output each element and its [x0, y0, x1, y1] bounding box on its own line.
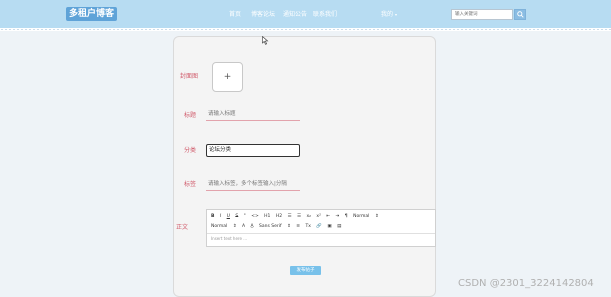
search-button[interactable]: [514, 9, 526, 20]
nav-contact-us[interactable]: 联系我们: [313, 11, 337, 19]
mouse-cursor-icon: [262, 36, 269, 45]
chevron-down-icon: ▾: [394, 12, 397, 17]
link-icon[interactable]: 🔗: [316, 222, 322, 231]
title-input[interactable]: 请输入标题: [206, 109, 300, 121]
top-navbar: 多租户博客 首页 博客论坛 通知公告 联系我们 我的 ▾: [0, 0, 611, 28]
superscript-button[interactable]: x²: [316, 212, 320, 221]
publish-post-button[interactable]: 发布帖子: [290, 266, 321, 275]
editor-toolbar-row-2: Normal ⇕ A A̲ Sans Serif ⇕ ≡ Tx 🔗 ▣ ▤: [211, 222, 345, 231]
indent-button[interactable]: ⇥: [336, 212, 340, 221]
nav-blog-forum[interactable]: 博客论坛: [251, 11, 275, 19]
cover-label: 封面图: [180, 73, 199, 80]
font-select[interactable]: Sans Serif: [259, 222, 282, 231]
bold-button[interactable]: B: [211, 212, 214, 221]
blockquote-button[interactable]: ": [244, 212, 246, 221]
size-select-arrow-icon: ⇕: [374, 214, 379, 219]
h2-button[interactable]: H2: [276, 212, 282, 221]
image-icon[interactable]: ▣: [327, 222, 331, 231]
tags-input[interactable]: 请输入标签，多个标签输入|分隔: [206, 179, 300, 191]
search-icon: [516, 11, 524, 18]
header-dotted-divider: [0, 28, 611, 31]
code-button[interactable]: <>: [251, 212, 259, 221]
header-select[interactable]: Normal: [211, 222, 227, 231]
search-input[interactable]: [451, 9, 513, 20]
category-label: 分类: [184, 147, 197, 154]
nav-mine-label: 我的: [381, 11, 394, 18]
background-color-button[interactable]: A̲: [250, 222, 253, 231]
title-label: 标题: [184, 112, 197, 119]
font-color-button[interactable]: A: [242, 222, 245, 231]
strike-button[interactable]: S: [235, 212, 238, 221]
video-icon[interactable]: ▤: [337, 222, 341, 231]
underline-button[interactable]: U: [227, 212, 230, 221]
subscript-button[interactable]: x₂: [307, 212, 311, 221]
outdent-button[interactable]: ⇤: [326, 212, 330, 221]
font-select-arrow-icon: ⇕: [287, 224, 291, 229]
nav-home[interactable]: 首页: [229, 11, 241, 19]
h1-button[interactable]: H1: [264, 212, 270, 221]
bullet-list-button[interactable]: ☰: [297, 212, 301, 221]
tags-label: 标签: [184, 181, 197, 188]
cover-upload-button[interactable]: +: [212, 62, 243, 92]
watermark: CSDN @2301_3224142804: [458, 278, 594, 289]
plus-icon: +: [223, 72, 232, 82]
size-select[interactable]: Normal: [353, 212, 369, 221]
clear-format-button[interactable]: Tx: [305, 222, 310, 231]
direction-button[interactable]: ¶: [345, 212, 348, 221]
nav-mine-dropdown[interactable]: 我的 ▾: [381, 11, 397, 19]
editor-toolbar-row-1: B I U S " <> H1 H2 ☰ ☰ x₂ x² ⇤ ⇥ ¶ Norma…: [211, 212, 383, 221]
body-label: 正文: [176, 224, 189, 231]
italic-button[interactable]: I: [220, 212, 221, 221]
ordered-list-button[interactable]: ☰: [288, 212, 292, 221]
align-button[interactable]: ≡: [296, 222, 300, 231]
header-select-arrow-icon: ⇕: [232, 224, 237, 229]
site-logo[interactable]: 多租户博客: [66, 7, 118, 21]
editor-content-area[interactable]: Insert text here ...: [207, 233, 435, 247]
rich-text-editor: B I U S " <> H1 H2 ☰ ☰ x₂ x² ⇤ ⇥ ¶ Norma…: [206, 209, 436, 247]
category-select[interactable]: 论坛分类: [206, 144, 300, 157]
nav-announcements[interactable]: 通知公告: [283, 11, 307, 19]
